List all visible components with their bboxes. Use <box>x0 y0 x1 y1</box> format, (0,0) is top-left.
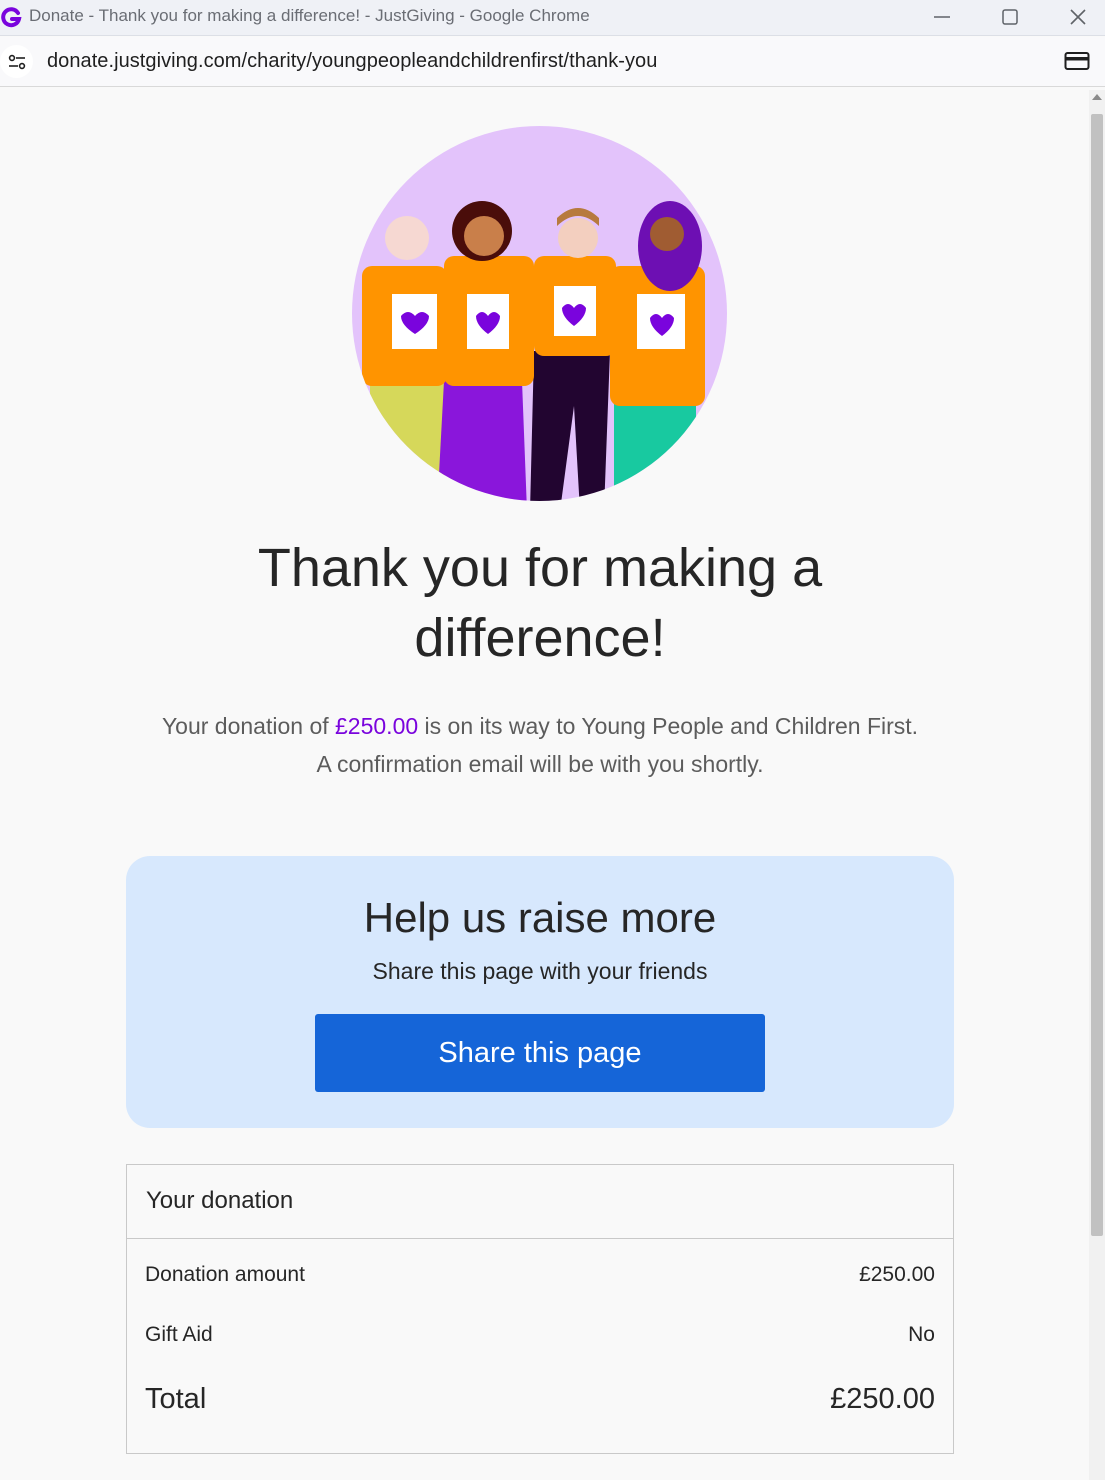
minimize-icon <box>934 16 950 18</box>
address-bar: donate.justgiving.com/charity/youngpeopl… <box>0 37 1105 87</box>
donation-summary: Your donation Donation amount £250.00 Gi… <box>126 1164 954 1454</box>
total-row: Total £250.00 <box>145 1383 935 1416</box>
page-title: Thank you for making a difference! <box>257 538 823 668</box>
donation-amount-row: Donation amount £250.00 <box>145 1263 935 1287</box>
share-panel: Help us raise more Share this page with … <box>126 856 954 1128</box>
maximize-button[interactable] <box>980 0 1040 34</box>
page-scrollbar[interactable] <box>1089 90 1105 1480</box>
donation-message: Your donation of £250.00 is on its way t… <box>130 707 950 783</box>
payment-card-icon[interactable] <box>1064 50 1090 72</box>
minimize-button[interactable] <box>912 0 972 34</box>
justgiving-logo-icon <box>1 7 22 28</box>
row-label: Donation amount <box>145 1263 305 1286</box>
share-subtitle: Share this page with your friends <box>372 958 708 984</box>
donation-summary-header: Your donation <box>127 1165 953 1239</box>
window-title-bar: Donate - Thank you for making a differen… <box>0 0 1105 36</box>
site-info-button[interactable] <box>0 45 33 78</box>
donation-amount-highlight: £250.00 <box>335 713 419 739</box>
scrollbar-thumb[interactable] <box>1091 114 1103 1236</box>
row-value: £250.00 <box>830 1383 935 1415</box>
confirmation-note: A confirmation email will be with you sh… <box>316 751 764 777</box>
close-icon <box>1070 9 1086 25</box>
tune-icon <box>8 54 25 69</box>
url-text[interactable]: donate.justgiving.com/charity/youngpeopl… <box>47 50 657 73</box>
message-suffix: is on its way to Young People and Childr… <box>418 713 919 739</box>
message-prefix: Your donation of <box>161 713 336 739</box>
row-value: No <box>908 1323 935 1346</box>
share-page-button[interactable]: Share this page <box>315 1014 765 1092</box>
maximize-icon <box>1002 9 1018 25</box>
scroll-up-arrow-icon[interactable] <box>1092 94 1102 100</box>
row-label: Total <box>145 1383 207 1415</box>
donation-summary-heading: Your donation <box>146 1187 294 1214</box>
gift-aid-row: Gift Aid No <box>145 1323 935 1347</box>
window-title: Donate - Thank you for making a differen… <box>29 6 590 25</box>
row-value: £250.00 <box>859 1263 935 1286</box>
volunteers-illustration <box>352 126 727 501</box>
share-title: Help us raise more <box>363 894 717 941</box>
close-window-button[interactable] <box>1048 0 1105 34</box>
row-label: Gift Aid <box>145 1323 213 1346</box>
